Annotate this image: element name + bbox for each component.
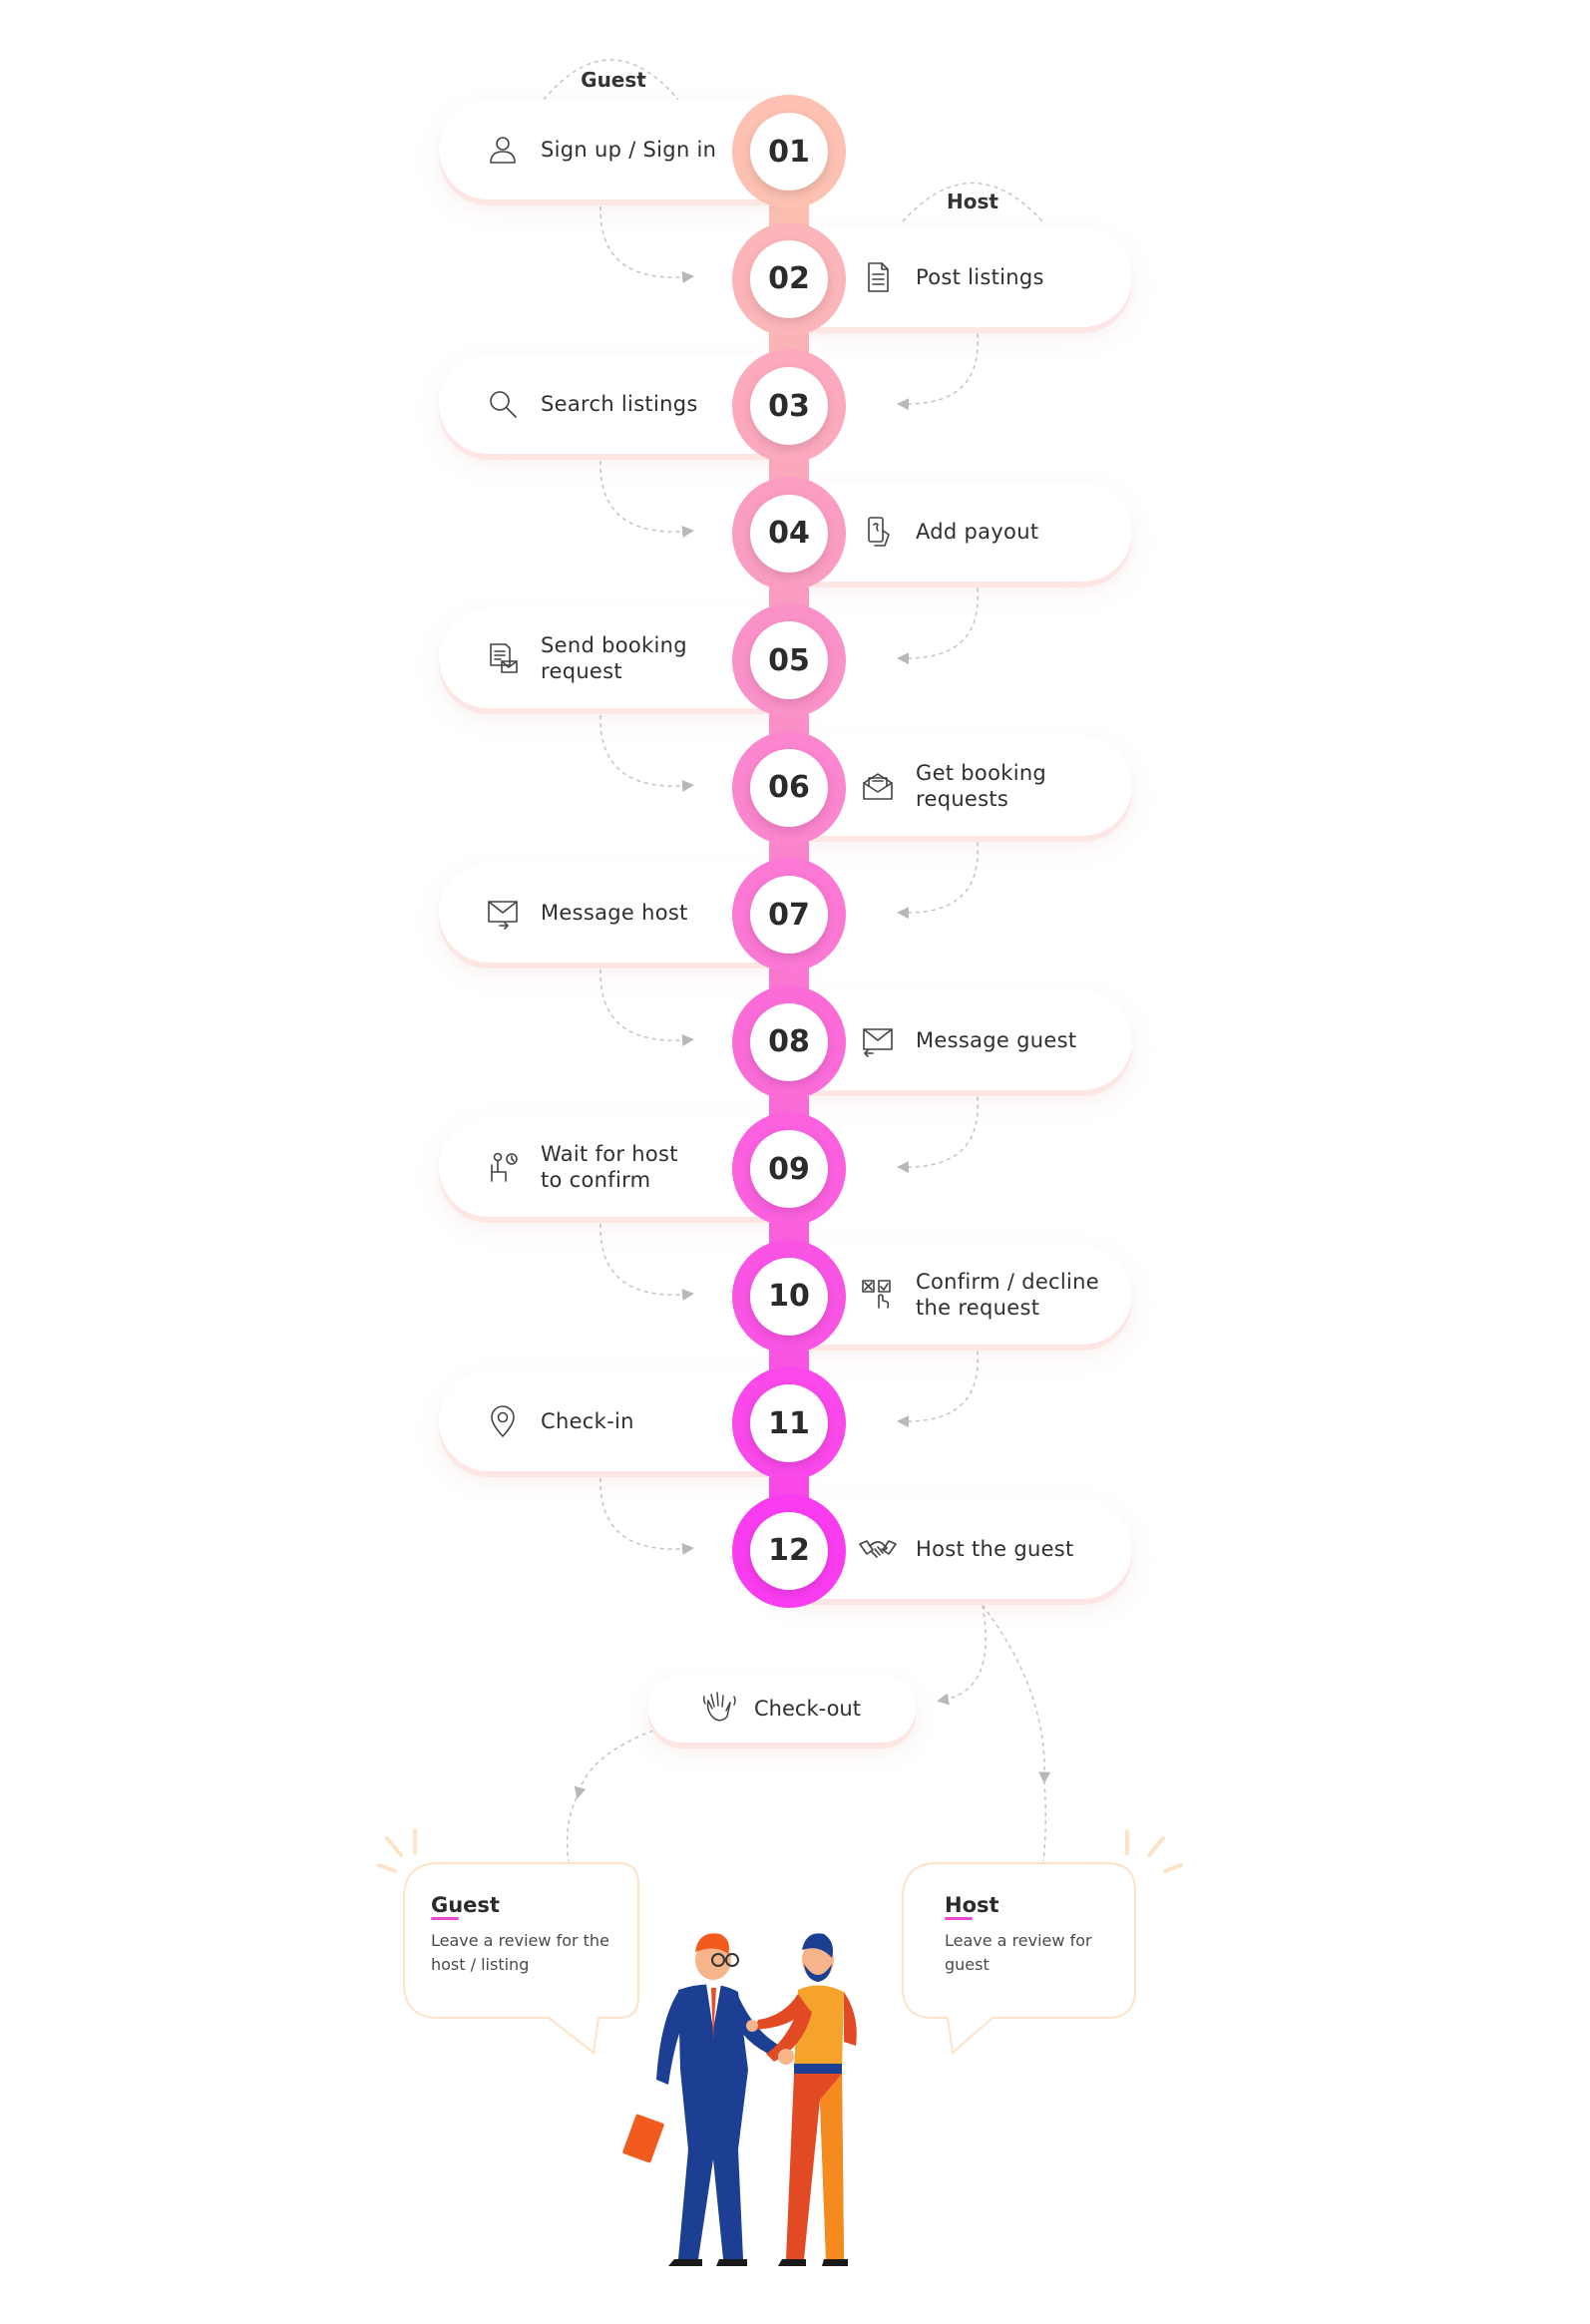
step-number-01: 01 (750, 113, 828, 191)
host-review-text: Leave a review for guest (945, 1931, 1092, 1974)
host-title-underline (945, 1917, 973, 1920)
step-number-05: 05 (750, 621, 828, 699)
step-number-06: 06 (750, 748, 828, 827)
step-number-12: 12 (750, 1511, 828, 1590)
guest-review-title: Guest (431, 1893, 500, 1917)
host-review-title: Host (945, 1893, 999, 1917)
step-number-11: 11 (750, 1384, 828, 1462)
guest-spark-icon (377, 1829, 417, 1873)
guest-review-text: Leave a review for the host / listing (431, 1931, 609, 1974)
host-spark-icon (1125, 1829, 1183, 1873)
step-number-04: 04 (750, 494, 828, 573)
step-number-07: 07 (750, 876, 828, 954)
guest-title-underline (431, 1917, 459, 1920)
step-number-03: 03 (750, 367, 828, 445)
step-number-02: 02 (750, 239, 828, 318)
step-number-10: 10 (750, 1257, 828, 1336)
handshake-illustration (622, 1933, 857, 2266)
step-number-08: 08 (750, 1002, 828, 1081)
step-number-09: 09 (750, 1130, 828, 1208)
